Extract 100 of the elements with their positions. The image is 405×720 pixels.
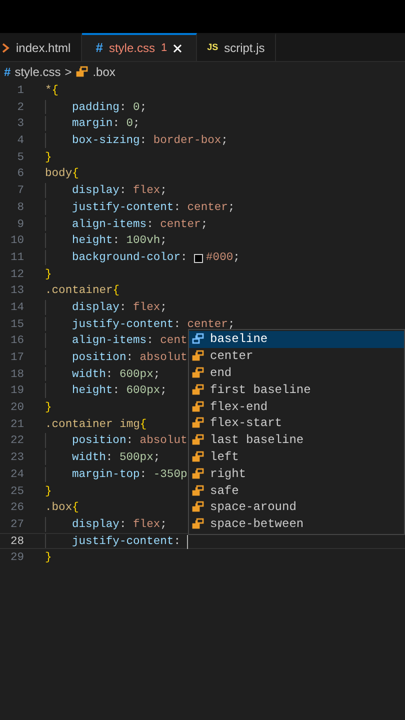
punctuation: ; (228, 318, 235, 332)
suggestion-item[interactable]: center (189, 348, 404, 365)
editor-tab[interactable]: # style.css 1 (82, 33, 198, 61)
brace: } (45, 400, 52, 415)
enum-icon (192, 434, 205, 446)
css-property: display (72, 184, 120, 198)
punctuation: : (180, 250, 188, 265)
css-property: justify-content (72, 534, 174, 548)
punctuation: : (119, 518, 128, 532)
suggestion-item[interactable]: flex-end (189, 398, 404, 415)
punctuation: : (119, 100, 128, 114)
brace: } (45, 268, 52, 282)
line-number: 27 (9, 518, 24, 532)
brace: { (72, 500, 79, 515)
line-number: 9 (16, 218, 24, 232)
enum-icon (192, 366, 205, 379)
punctuation: : (174, 534, 182, 548)
line-number: 10 (9, 234, 24, 248)
suggestion-item[interactable]: flex-start (189, 414, 404, 432)
suggestion-item[interactable]: first baseline (189, 381, 404, 398)
punctuation: : (126, 434, 134, 448)
line-number: 6 (16, 167, 24, 182)
brace: } (45, 550, 52, 565)
punctuation: ; (160, 300, 167, 315)
suggestion-item[interactable]: baseline (189, 331, 404, 348)
punctuation: : (106, 368, 114, 382)
suggestion-item[interactable]: right (189, 465, 404, 482)
css-property: background-color (72, 250, 180, 265)
line-number: 13 (9, 284, 24, 298)
line-number: 28 (9, 534, 24, 548)
punctuation: : (112, 384, 120, 398)
line-number: 11 (9, 250, 24, 265)
breadcrumb-item[interactable]: style.css (14, 63, 61, 81)
line-number: 26 (9, 501, 24, 515)
suggestion-item[interactable]: safe (189, 482, 404, 499)
css-number: 600px (119, 368, 154, 382)
close-icon[interactable] (173, 44, 182, 52)
editor-tab[interactable]: JS script.js (197, 33, 276, 61)
css-number: 500px (119, 451, 154, 465)
suggestion-item[interactable]: space-between (189, 516, 404, 533)
css-selector: * (45, 84, 52, 98)
punctuation: ; (200, 218, 208, 232)
punctuation: : (140, 468, 148, 482)
css-value: cent (160, 334, 188, 348)
line-number: 7 (16, 184, 24, 198)
suggestion-item[interactable]: last baseline (189, 432, 404, 449)
css-value: flex (133, 518, 160, 532)
hash-icon: # (96, 38, 103, 58)
tab-label: script.js (224, 40, 265, 57)
css-property: display (72, 518, 120, 532)
css-value: flex (133, 184, 160, 198)
css-property: display (72, 300, 120, 315)
line-number: 1 (16, 84, 24, 98)
css-property: margin-top (72, 468, 140, 482)
line-number: 29 (9, 551, 24, 565)
suggestion-item[interactable]: end (189, 364, 404, 382)
punctuation: : (106, 451, 114, 465)
css-selector: .container (45, 284, 113, 298)
css-property: box-sizing (72, 134, 140, 148)
css-selector: .box (45, 500, 72, 515)
enum-icon (192, 384, 205, 396)
line-number: 22 (9, 434, 24, 448)
css-value: flex (133, 300, 160, 315)
line-number: 15 (9, 318, 24, 332)
enum-icon (192, 417, 205, 430)
punctuation: : (146, 334, 154, 348)
punctuation: ; (153, 451, 160, 465)
line-number: 3 (16, 117, 24, 132)
css-value: absolut (140, 350, 188, 365)
punctuation: : (112, 117, 120, 132)
css-value: border-box (153, 134, 222, 148)
brace: { (52, 84, 59, 98)
css-property: width (72, 368, 106, 382)
css-property: position (72, 434, 126, 448)
enum-icon (192, 501, 205, 514)
punctuation: ; (140, 100, 147, 114)
css-property: padding (72, 100, 120, 114)
brace: { (140, 418, 147, 432)
css-property: height (72, 384, 113, 398)
punctuation: ; (233, 250, 240, 265)
css-property: justify-content (72, 318, 174, 332)
line-number: 16 (9, 334, 24, 348)
punctuation: : (174, 200, 182, 214)
punctuation: ; (160, 384, 167, 398)
tab-label: style.css (108, 40, 155, 57)
brace: { (72, 166, 79, 182)
suggestion-item[interactable]: space-around (189, 498, 404, 516)
enum-icon (192, 450, 205, 463)
suggestion-item[interactable]: left (189, 448, 404, 466)
punctuation: ; (133, 117, 140, 132)
css-value: #000 (206, 250, 234, 265)
color-swatch[interactable] (194, 254, 204, 263)
line-number: 14 (9, 300, 24, 315)
punctuation: : (112, 234, 120, 248)
tab-label: index.html (16, 40, 71, 57)
css-property: position (72, 350, 126, 365)
css-value: center (160, 218, 201, 232)
line-number: 12 (9, 268, 24, 282)
breadcrumb-item[interactable]: .box (92, 63, 116, 81)
line-number: 20 (9, 401, 24, 415)
